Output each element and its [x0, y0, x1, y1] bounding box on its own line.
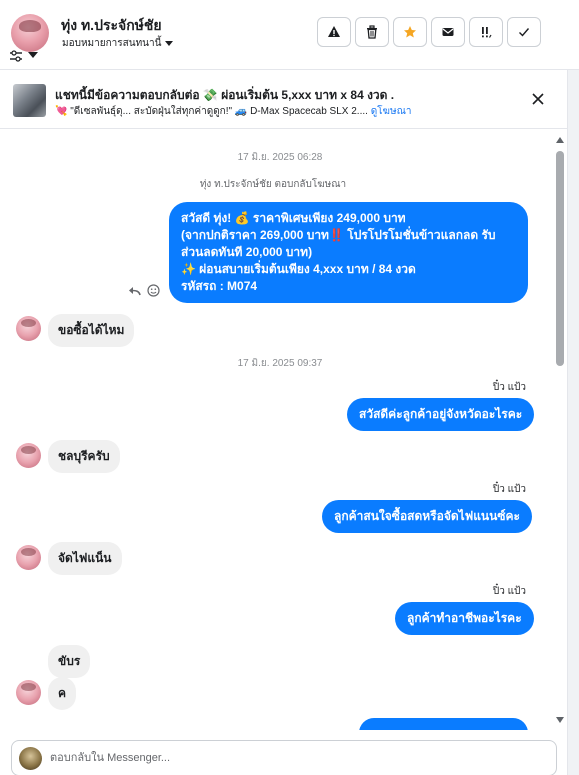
- message-line: (จากปกติราคา 269,000 บาท‼️ โปรโปรโมชั่นข…: [181, 228, 496, 242]
- contact-avatar-small[interactable]: [16, 545, 41, 570]
- ad-reply-banner: แชทนี้มีข้อความตอบกลับต่อ 💸 ผ่อนเริ่มต้น…: [0, 71, 567, 129]
- warning-icon: [328, 26, 340, 37]
- view-ad-link[interactable]: ดูโฆษณา: [371, 106, 412, 117]
- mark-done-button[interactable]: [507, 17, 541, 47]
- message-clip: [359, 718, 528, 730]
- contact-name[interactable]: ทุ่ง ท.ประจักษ์ชัย: [61, 15, 162, 37]
- scroll-up-arrow-icon[interactable]: [556, 137, 564, 143]
- assign-conversation-dropdown[interactable]: มอบหมายการสนทนานี้: [62, 36, 174, 51]
- incoming-message[interactable]: จัดไฟแน็น: [48, 542, 122, 575]
- timestamp: 17 มิ.ย. 2025 09:37: [237, 358, 323, 369]
- sender-name: ปิ๋ว แป้ว: [492, 484, 526, 495]
- ad-subtitle-text: 💘 "ดีเซลพันธุ์ดุ... สะบัดฝุ่นใส่ทุกค่าดู…: [55, 106, 368, 117]
- message-composer: [11, 740, 557, 775]
- emoji-icon[interactable]: [147, 284, 160, 297]
- trash-icon: [367, 25, 377, 39]
- star-button[interactable]: [393, 17, 427, 47]
- follow-up-icon: [482, 27, 492, 38]
- incoming-message[interactable]: ค: [48, 677, 77, 710]
- chevron-down-icon: [165, 41, 174, 46]
- sender-name: ปิ๋ว แป้ว: [492, 586, 526, 597]
- timestamp: 17 มิ.ย. 2025 06:28: [237, 152, 323, 163]
- message-line: รหัสรถ : M074: [181, 279, 258, 293]
- outgoing-message[interactable]: สวัสดี ทุ่ง! 💰 ราคาพิเศษเพียง 249,000 บา…: [169, 202, 528, 303]
- ad-title: แชทนี้มีข้อความตอบกลับต่อ 💸 ผ่อนเริ่มต้น…: [55, 88, 395, 102]
- incoming-message[interactable]: ขับร: [48, 645, 91, 678]
- message-line: ✨ ผ่อนสบายเริ่มต้นเพียง 4,xxx บาท / 84 ง…: [181, 262, 416, 276]
- ad-reply-note: ทุ่ง ท.ประจักษ์ชัย ตอบกลับโฆษณา: [199, 179, 347, 190]
- assign-label: มอบหมายการสนทนานี้: [62, 38, 162, 49]
- contact-avatar-small[interactable]: [16, 680, 41, 705]
- message-line: ส่วนลดทันที 20,000 บาท): [181, 245, 313, 259]
- contact-avatar[interactable]: [11, 14, 49, 52]
- mark-spam-button[interactable]: [317, 17, 351, 47]
- sender-name: ปิ๋ว แป้ว: [492, 382, 526, 393]
- header-actions: [317, 17, 541, 47]
- scroll-down-arrow-icon[interactable]: [556, 717, 564, 723]
- sliders-icon[interactable]: [9, 50, 23, 62]
- chevron-down-icon[interactable]: [28, 52, 38, 58]
- mark-unread-button[interactable]: [431, 17, 465, 47]
- outgoing-message[interactable]: ลูกค้าสนใจซื้อสดหรือจัดไฟแนนซ์คะ: [322, 500, 532, 533]
- incoming-message[interactable]: ขอซื้อได้ไหม: [48, 314, 135, 347]
- panel-edge: [567, 70, 579, 775]
- delete-button[interactable]: [355, 17, 389, 47]
- outgoing-message-partial[interactable]: [359, 718, 528, 730]
- contact-avatar-small[interactable]: [16, 443, 41, 468]
- page-avatar: [19, 747, 42, 770]
- follow-up-button[interactable]: [469, 17, 503, 47]
- check-icon: [519, 28, 530, 37]
- ad-thumbnail[interactable]: [13, 84, 46, 117]
- message-line: สวัสดี ทุ่ง! 💰 ราคาพิเศษเพียง 249,000 บา…: [181, 211, 406, 225]
- contact-avatar-small[interactable]: [16, 316, 41, 341]
- reply-icon[interactable]: [128, 284, 141, 297]
- envelope-icon: [442, 28, 454, 36]
- incoming-message[interactable]: ชลบุรีครับ: [48, 440, 120, 473]
- reply-input[interactable]: [50, 749, 530, 767]
- conversation-header: ทุ่ง ท.ประจักษ์ชัย มอบหมายการสนทนานี้: [0, 0, 579, 70]
- outgoing-message[interactable]: สวัสดีค่ะลูกค้าอยู่จังหวัดอะไรคะ: [347, 398, 535, 431]
- outgoing-message[interactable]: ลูกค้าทำอาชีพอะไรคะ: [395, 602, 534, 635]
- star-icon: [404, 26, 416, 38]
- close-icon[interactable]: [531, 92, 545, 106]
- scrollbar-thumb[interactable]: [556, 151, 564, 366]
- ad-subtitle: 💘 "ดีเซลพันธุ์ดุ... สะบัดฝุ่นใส่ทุกค่าดู…: [55, 104, 411, 119]
